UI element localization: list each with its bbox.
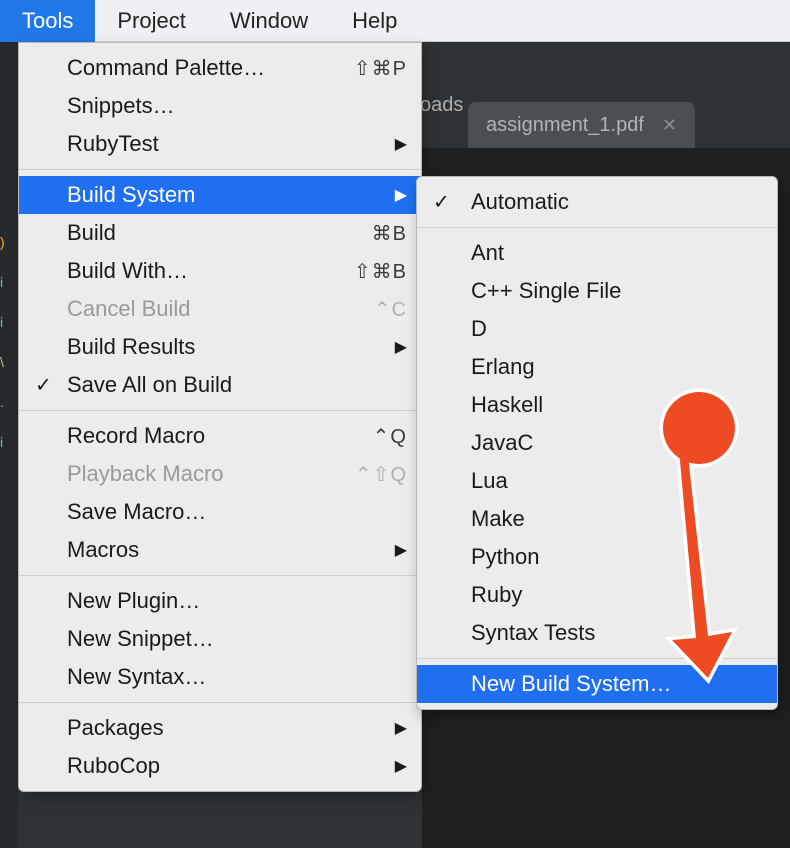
menu-item-label: New Build System… (471, 671, 763, 697)
menu-item-label: JavaC (471, 430, 763, 456)
menu-item-snippets[interactable]: Snippets… (19, 87, 421, 125)
menu-item-build-with[interactable]: Build With… ⇧⌘B (19, 252, 421, 290)
menu-item-playback-macro: Playback Macro ⌃⇧Q (19, 455, 421, 493)
menu-item-label: Erlang (471, 354, 763, 380)
chevron-right-icon: ▶ (395, 756, 407, 776)
chevron-right-icon: ▶ (395, 185, 407, 205)
chevron-right-icon: ▶ (395, 540, 407, 560)
menu-item-packages[interactable]: Packages ▶ (19, 709, 421, 747)
menu-item-label: Packages (67, 715, 385, 741)
menubar: Tools Project Window Help (0, 0, 790, 42)
submenu-item-python[interactable]: Python (417, 538, 777, 576)
menu-item-new-syntax[interactable]: New Syntax… (19, 658, 421, 696)
submenu-item-haskell[interactable]: Haskell (417, 386, 777, 424)
check-icon: ✓ (433, 190, 450, 215)
menu-item-label: New Syntax… (67, 664, 407, 690)
submenu-item-d[interactable]: D (417, 310, 777, 348)
menu-item-label: Lua (471, 468, 763, 494)
editor-tab[interactable]: assignment_1.pdf ✕ (468, 102, 695, 148)
menu-separator (19, 169, 421, 170)
menu-item-label: Build System (67, 182, 385, 208)
menu-item-label: Build With… (67, 258, 354, 284)
submenu-item-ruby[interactable]: Ruby (417, 576, 777, 614)
menu-separator (19, 410, 421, 411)
menu-item-label: Haskell (471, 392, 763, 418)
menu-item-label: Build Results (67, 334, 385, 360)
menu-item-label: Make (471, 506, 763, 532)
submenu-item-ant[interactable]: Ant (417, 234, 777, 272)
build-system-submenu: ✓ Automatic Ant C++ Single File D Erlang… (416, 176, 778, 710)
menu-item-label: Snippets… (67, 93, 407, 119)
chevron-right-icon: ▶ (395, 134, 407, 154)
menu-item-label: Ruby (471, 582, 763, 608)
menu-item-label: Record Macro (67, 423, 373, 449)
menu-item-label: C++ Single File (471, 278, 763, 304)
menu-window[interactable]: Window (208, 0, 330, 42)
menu-item-new-plugin[interactable]: New Plugin… (19, 582, 421, 620)
submenu-item-javac[interactable]: JavaC (417, 424, 777, 462)
chevron-right-icon: ▶ (395, 718, 407, 738)
menu-item-label: Syntax Tests (471, 620, 763, 646)
menu-item-label: Cancel Build (67, 296, 374, 322)
menu-item-shortcut: ⌘B (372, 221, 407, 246)
menu-item-command-palette[interactable]: Command Palette… ⇧⌘P (19, 49, 421, 87)
menu-tools[interactable]: Tools (0, 0, 95, 42)
menu-separator (417, 658, 777, 659)
submenu-item-erlang[interactable]: Erlang (417, 348, 777, 386)
submenu-item-automatic[interactable]: ✓ Automatic (417, 183, 777, 221)
menu-item-build[interactable]: Build ⌘B (19, 214, 421, 252)
menu-help[interactable]: Help (330, 0, 419, 42)
submenu-item-cpp[interactable]: C++ Single File (417, 272, 777, 310)
menu-item-label: New Snippet… (67, 626, 407, 652)
submenu-item-lua[interactable]: Lua (417, 462, 777, 500)
menu-item-shortcut: ⇧⌘P (354, 56, 407, 81)
breadcrumb-fragment: oads (420, 94, 463, 117)
menu-separator (19, 702, 421, 703)
menu-separator (417, 227, 777, 228)
menu-item-rubytest[interactable]: RubyTest ▶ (19, 125, 421, 163)
menu-item-label: Macros (67, 537, 385, 563)
menu-item-label: D (471, 316, 763, 342)
editor-gutter: ) i i \ . i (0, 42, 18, 848)
tab-label: assignment_1.pdf (486, 114, 644, 137)
menu-item-save-all-on-build[interactable]: ✓ Save All on Build (19, 366, 421, 404)
menu-item-save-macro[interactable]: Save Macro… (19, 493, 421, 531)
submenu-item-syntax-tests[interactable]: Syntax Tests (417, 614, 777, 652)
chevron-right-icon: ▶ (395, 337, 407, 357)
menu-item-cancel-build: Cancel Build ⌃C (19, 290, 421, 328)
menu-item-label: Automatic (471, 189, 763, 215)
menu-separator (19, 575, 421, 576)
menu-item-label: Command Palette… (67, 55, 354, 81)
menu-item-label: Save All on Build (67, 372, 407, 398)
menu-item-macros[interactable]: Macros ▶ (19, 531, 421, 569)
menu-item-label: RubyTest (67, 131, 385, 157)
menu-item-label: New Plugin… (67, 588, 407, 614)
menu-item-label: Save Macro… (67, 499, 407, 525)
menu-item-shortcut: ⌃⇧Q (355, 462, 407, 487)
tools-dropdown: Command Palette… ⇧⌘P Snippets… RubyTest … (18, 42, 422, 792)
menu-item-rubocop[interactable]: RuboCop ▶ (19, 747, 421, 785)
menu-item-label: Ant (471, 240, 763, 266)
menu-item-new-snippet[interactable]: New Snippet… (19, 620, 421, 658)
menu-item-label: Playback Macro (67, 461, 355, 487)
menu-item-shortcut: ⌃C (374, 297, 407, 322)
submenu-item-make[interactable]: Make (417, 500, 777, 538)
close-icon[interactable]: ✕ (662, 115, 677, 136)
menu-item-build-system[interactable]: Build System ▶ (19, 176, 421, 214)
submenu-item-new-build-system[interactable]: New Build System… (417, 665, 777, 703)
check-icon: ✓ (35, 373, 52, 398)
menu-item-record-macro[interactable]: Record Macro ⌃Q (19, 417, 421, 455)
menu-item-label: Build (67, 220, 372, 246)
menu-project[interactable]: Project (95, 0, 207, 42)
menu-item-label: Python (471, 544, 763, 570)
menu-item-shortcut: ⌃Q (373, 424, 407, 449)
menu-item-label: RuboCop (67, 753, 385, 779)
menu-item-shortcut: ⇧⌘B (354, 259, 407, 284)
menu-item-build-results[interactable]: Build Results ▶ (19, 328, 421, 366)
